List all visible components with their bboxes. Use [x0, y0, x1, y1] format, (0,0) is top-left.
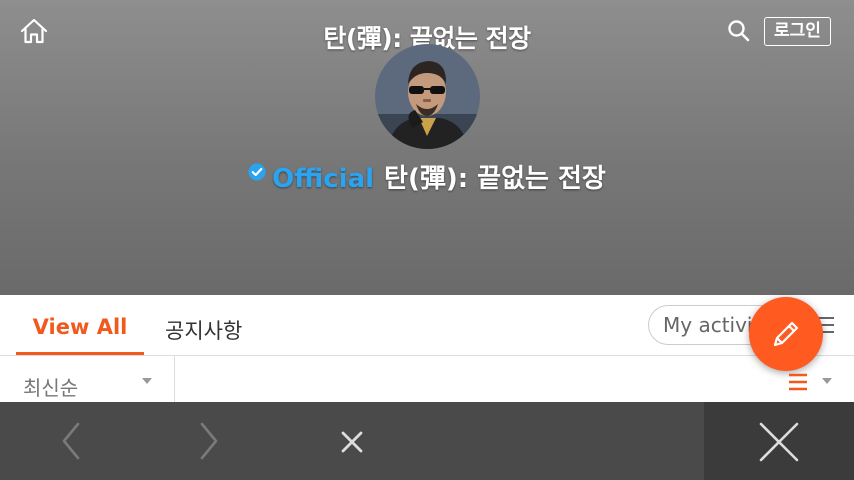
search-icon	[728, 20, 750, 42]
chevron-right-icon	[200, 422, 218, 460]
close-browser-button[interactable]	[704, 402, 854, 480]
chevron-down-icon	[822, 378, 832, 384]
channel-avatar	[375, 44, 480, 149]
channel-name: 탄(彈): 끝없는 전장	[384, 164, 606, 194]
search-button[interactable]	[725, 17, 753, 45]
close-icon	[341, 431, 363, 453]
list-view-icon	[789, 373, 807, 391]
login-button[interactable]: 로그인	[764, 17, 831, 46]
stop-button[interactable]	[332, 402, 372, 480]
channel-header: 탄(彈): 끝없는 전장 로그인 Official 탄(彈): 끝없는 전장	[0, 0, 854, 295]
back-button[interactable]	[50, 402, 90, 480]
forward-button[interactable]	[190, 402, 230, 480]
browser-bottom-bar	[0, 402, 854, 480]
pencil-icon	[773, 321, 799, 347]
verified-badge-icon	[248, 158, 266, 188]
chevron-down-icon	[142, 378, 152, 384]
official-label: Official	[272, 164, 375, 194]
tab-notice[interactable]: 공지사항	[165, 315, 242, 353]
write-post-button[interactable]	[749, 297, 823, 371]
sort-dropdown[interactable]: 최신순	[0, 356, 175, 402]
chevron-left-icon	[62, 422, 80, 460]
sort-selected-label: 최신순	[23, 376, 79, 400]
close-icon	[759, 422, 799, 462]
view-mode-toggle[interactable]	[786, 370, 836, 394]
tab-view-all[interactable]: View All	[16, 315, 144, 356]
channel-name-line: Official 탄(彈): 끝없는 전장	[0, 158, 854, 195]
